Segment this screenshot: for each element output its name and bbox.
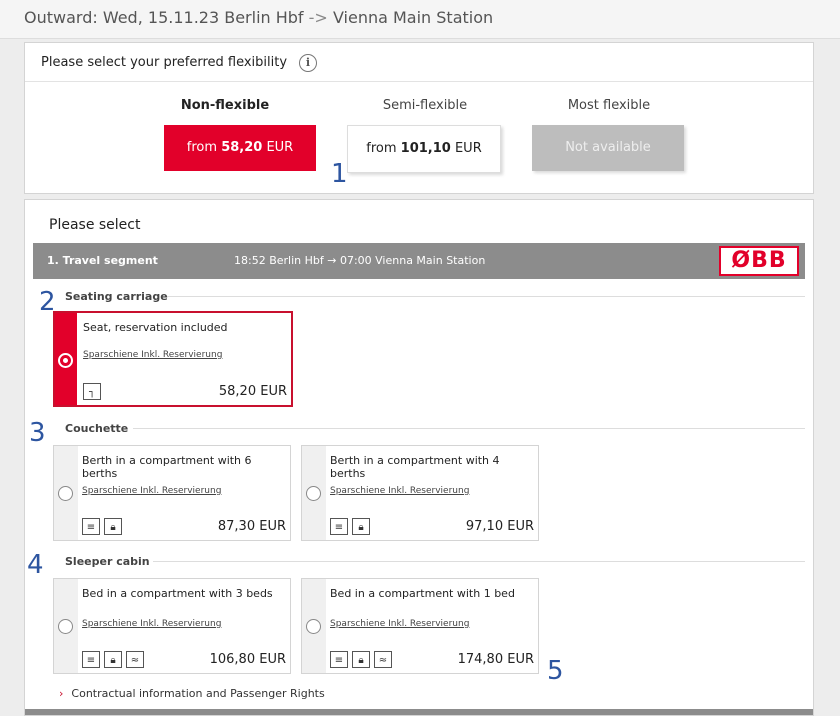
bottom-bar: [25, 709, 813, 715]
offer-radio[interactable]: [58, 619, 73, 634]
couchette-icon: ≡: [330, 518, 348, 535]
bed-icon: ≡: [330, 651, 348, 668]
offer-title: Seat, reservation included: [83, 321, 228, 334]
offer-icons: ≡ 🔒︎: [82, 515, 126, 535]
offer-tariff-link[interactable]: Sparschiene Inkl. Reservierung: [330, 486, 469, 496]
offer-price: 174,80 EUR: [457, 652, 534, 667]
offer-icons: ≡ 🔒︎ ≈: [82, 648, 148, 668]
chevron-right-icon: ›: [59, 687, 64, 700]
offer-icons: ≡ 🔒︎: [330, 515, 374, 535]
section-divider: [133, 428, 805, 429]
seat-icon: ┐: [83, 383, 101, 400]
offer-tariff-link[interactable]: Sparschiene Inkl. Reservierung: [82, 486, 221, 496]
offer-price: 87,30 EUR: [217, 519, 286, 534]
offer-title: Bed in a compartment with 1 bed: [330, 587, 515, 600]
lock-icon: 🔒︎: [352, 518, 370, 535]
offer-radio[interactable]: [58, 486, 73, 501]
price-prefix: from: [186, 140, 218, 155]
travel-segment-bar: 1. Travel segment 18:52 Berlin Hbf → 07:…: [33, 243, 805, 279]
annotation-1: 1: [331, 159, 348, 189]
shower-icon: ≈: [126, 651, 144, 668]
semi-flexible-price-button[interactable]: from 101,10 EUR: [347, 125, 501, 173]
most-flexible-unavailable-button: Not available: [532, 125, 684, 171]
flex-label-most-flexible: Most flexible: [567, 98, 651, 113]
price-value: 58,20: [221, 140, 263, 155]
section-couchette: Couchette: [65, 422, 129, 435]
offer-icons: ┐: [83, 380, 105, 400]
section-divider: [167, 296, 805, 297]
bed-icon: ≡: [82, 651, 100, 668]
flexibility-title: Please select your preferred flexibility: [41, 55, 288, 70]
offer-radio-selected[interactable]: [58, 353, 73, 368]
flex-label-semi-flexible: Semi-flexible: [382, 98, 468, 113]
lock-icon: 🔒︎: [104, 518, 122, 535]
offer-card-sleeper-3[interactable]: Bed in a compartment with 3 beds Sparsch…: [53, 578, 291, 674]
annotation-5: 5: [547, 656, 564, 686]
offer-icons: ≡ 🔒︎ ≈: [330, 648, 396, 668]
offer-tariff-link[interactable]: Sparschiene Inkl. Reservierung: [83, 350, 222, 360]
offer-card-couchette-4[interactable]: Berth in a compartment with 4 berths Spa…: [301, 445, 539, 541]
couchette-icon: ≡: [82, 518, 100, 535]
offer-card-sleeper-1[interactable]: Bed in a compartment with 1 bed Sparschi…: [301, 578, 539, 674]
info-icon[interactable]: i: [299, 54, 317, 72]
offer-card-couchette-6[interactable]: Berth in a compartment with 6 berths Spa…: [53, 445, 291, 541]
annotation-3: 3: [29, 418, 46, 448]
please-select-heading: Please select: [49, 217, 141, 233]
offer-card-seat[interactable]: Seat, reservation included Sparschiene I…: [53, 311, 293, 407]
section-divider: [153, 561, 805, 562]
flexibility-panel: Please select your preferred flexibility…: [24, 42, 814, 194]
lock-icon: 🔒︎: [352, 651, 370, 668]
obb-logo: ØBB: [719, 246, 799, 276]
offer-price: 106,80 EUR: [209, 652, 286, 667]
flex-label-non-flexible: Non-flexible: [180, 98, 270, 113]
offer-price: 58,20 EUR: [218, 384, 287, 399]
flexibility-header: Please select your preferred flexibility…: [25, 43, 813, 82]
contractual-info-link[interactable]: › Contractual information and Passenger R…: [59, 687, 325, 700]
section-sleeper-cabin: Sleeper cabin: [65, 555, 150, 568]
section-seating-carriage: Seating carriage: [65, 290, 168, 303]
price-currency: EUR: [266, 140, 294, 155]
selection-panel: Please select 1. Travel segment 18:52 Be…: [24, 199, 814, 716]
offer-radio[interactable]: [306, 486, 321, 501]
non-flexible-price-button[interactable]: from 58,20 EUR: [164, 125, 316, 171]
offer-title: Berth in a compartment with 6 berths: [82, 454, 252, 480]
price-prefix: from: [366, 141, 397, 156]
offer-radio[interactable]: [306, 619, 321, 634]
segment-route: 18:52 Berlin Hbf → 07:00 Vienna Main Sta…: [234, 254, 486, 267]
price-currency: EUR: [454, 141, 482, 156]
contract-label: Contractual information and Passenger Ri…: [71, 687, 325, 700]
offer-title: Bed in a compartment with 3 beds: [82, 587, 273, 600]
price-value: 101,10: [400, 141, 451, 156]
offer-tariff-link[interactable]: Sparschiene Inkl. Reservierung: [82, 619, 221, 629]
offer-tariff-link[interactable]: Sparschiene Inkl. Reservierung: [330, 619, 469, 629]
offer-title: Berth in a compartment with 4 berths: [330, 454, 500, 480]
annotation-4: 4: [27, 550, 44, 580]
shower-icon: ≈: [374, 651, 392, 668]
segment-label: 1. Travel segment: [47, 254, 158, 267]
outward-title: Outward: Wed, 15.11.23 Berlin Hbf -> Vie…: [24, 8, 494, 27]
outward-header: Outward: Wed, 15.11.23 Berlin Hbf -> Vie…: [0, 0, 840, 39]
offer-price: 97,10 EUR: [465, 519, 534, 534]
lock-icon: 🔒︎: [104, 651, 122, 668]
